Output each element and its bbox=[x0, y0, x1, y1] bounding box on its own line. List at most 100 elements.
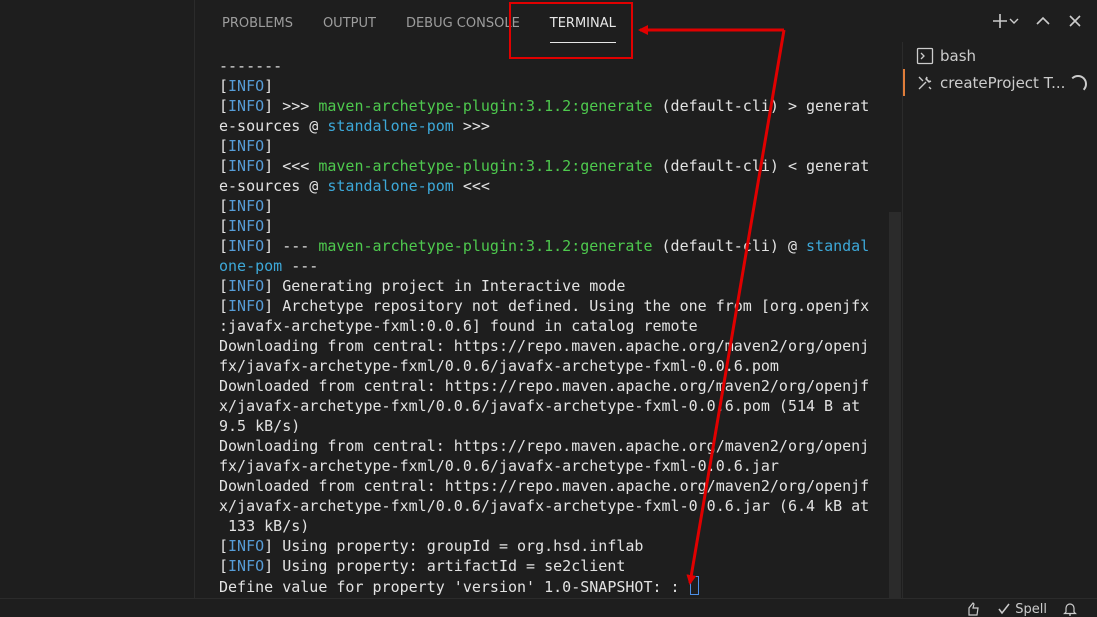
editor-area bbox=[0, 0, 194, 598]
tab-problems[interactable]: PROBLEMS bbox=[222, 0, 293, 46]
terminal-text: <<< bbox=[453, 177, 490, 195]
terminal-line: e-sources @ standalone-pom >>> bbox=[219, 116, 879, 136]
terminal-line: e-sources @ standalone-pom <<< bbox=[219, 176, 879, 196]
new-terminal-button[interactable] bbox=[990, 10, 1020, 32]
terminal-line: [INFO] Generating project in Interactive… bbox=[219, 276, 879, 296]
terminal-line: [INFO] Using property: groupId = org.hsd… bbox=[219, 536, 879, 556]
terminal-line: [INFO] <<< maven-archetype-plugin:3.1.2:… bbox=[219, 156, 879, 176]
tools-icon bbox=[916, 74, 934, 92]
terminal-text: 9.5 kB/s) bbox=[219, 417, 301, 435]
terminal-line: Downloading from central: https://repo.m… bbox=[219, 336, 879, 356]
terminal-text: [ bbox=[219, 297, 229, 315]
terminal-text: ] Using property: artifactId = se2client bbox=[264, 557, 626, 575]
terminal-text: [ bbox=[219, 97, 229, 115]
terminal-item-label: createProject T... bbox=[940, 73, 1066, 92]
terminal-text: [ bbox=[219, 197, 229, 215]
terminal-list: bash createProject T... bbox=[902, 42, 1097, 598]
terminal-text: standal bbox=[806, 237, 870, 255]
terminal-text: [ bbox=[219, 277, 229, 295]
terminal-text: ] bbox=[264, 197, 274, 215]
status-bar-right: Spell bbox=[965, 601, 1077, 617]
terminal-line: Downloaded from central: https://repo.ma… bbox=[219, 476, 879, 496]
terminal-text: maven-archetype-plugin:3.1.2:generate bbox=[318, 237, 653, 255]
notifications-button[interactable] bbox=[1063, 601, 1077, 617]
panel-tabs: PROBLEMS OUTPUT DEBUG CONSOLE TERMINAL bbox=[222, 0, 646, 48]
terminal-text: ------- bbox=[219, 57, 283, 75]
terminal-text: fx/javafx-archetype-fxml/0.0.6/javafx-ar… bbox=[219, 457, 779, 475]
terminal-text: Downloaded from central: https://repo.ma… bbox=[219, 477, 870, 495]
terminal-line: Downloading from central: https://repo.m… bbox=[219, 436, 879, 456]
feedback-icon bbox=[968, 602, 979, 616]
log-level-info: INFO bbox=[228, 277, 265, 295]
terminal-output[interactable]: ------- [INFO] [INFO] >>> maven-archetype-… bbox=[219, 56, 879, 598]
tab-terminal[interactable]: TERMINAL bbox=[549, 0, 617, 46]
terminal-text: maven-archetype-plugin:3.1.2:generate bbox=[318, 97, 653, 115]
terminal-text: ] bbox=[264, 137, 274, 155]
terminal-line: [INFO] bbox=[219, 216, 879, 236]
log-level-info: INFO bbox=[228, 157, 265, 175]
terminal-text: ] Archetype repository not defined. Usin… bbox=[264, 297, 870, 315]
terminal-line: x/javafx-archetype-fxml/0.0.6/javafx-arc… bbox=[219, 396, 879, 416]
terminal-icon bbox=[916, 47, 934, 65]
terminal-text: [ bbox=[219, 137, 229, 155]
terminal-text: ] Generating project in Interactive mode bbox=[264, 277, 626, 295]
close-icon bbox=[1069, 15, 1081, 27]
terminal-text: 133 kB/s) bbox=[219, 517, 310, 535]
terminal-text: [ bbox=[219, 237, 229, 255]
terminal-line: one-pom --- bbox=[219, 256, 879, 276]
plus-icon bbox=[993, 14, 1007, 28]
terminal-text: standalone-pom bbox=[327, 117, 454, 135]
terminal-text: ] >>> bbox=[264, 97, 319, 115]
terminal-line: :javafx-archetype-fxml:0.0.6] found in c… bbox=[219, 316, 879, 336]
terminal-text: [ bbox=[219, 557, 229, 575]
spell-check-status[interactable]: Spell bbox=[997, 602, 1047, 617]
chevron-up-icon bbox=[1036, 16, 1050, 25]
log-level-info: INFO bbox=[228, 537, 265, 555]
terminal-text: e-sources @ bbox=[219, 117, 328, 135]
terminal-scrollbar[interactable] bbox=[889, 212, 901, 598]
terminal-item-createproject[interactable]: createProject T... bbox=[903, 69, 1097, 96]
terminal-line: x/javafx-archetype-fxml/0.0.6/javafx-arc… bbox=[219, 496, 879, 516]
terminal-line: [INFO] bbox=[219, 196, 879, 216]
terminal-line: 133 kB/s) bbox=[219, 516, 879, 536]
terminal-item-bash[interactable]: bash bbox=[903, 42, 1097, 69]
terminal-text: (default-cli) < generat bbox=[652, 157, 870, 175]
terminal-text: [ bbox=[219, 217, 229, 235]
feedback-button[interactable] bbox=[965, 601, 981, 617]
log-level-info: INFO bbox=[228, 237, 265, 255]
terminal-text: Downloaded from central: https://repo.ma… bbox=[219, 377, 870, 395]
terminal-line: 9.5 kB/s) bbox=[219, 416, 879, 436]
terminal-line: Downloaded from central: https://repo.ma… bbox=[219, 376, 879, 396]
tab-debug-console[interactable]: DEBUG CONSOLE bbox=[406, 0, 520, 46]
terminal-text: >>> bbox=[453, 117, 490, 135]
terminal-text: Define value for property 'version' 1.0-… bbox=[219, 578, 689, 596]
terminal-text: e-sources @ bbox=[219, 177, 328, 195]
terminal-line: [INFO] --- maven-archetype-plugin:3.1.2:… bbox=[219, 236, 879, 256]
terminal-text: Downloading from central: https://repo.m… bbox=[219, 437, 870, 455]
terminal-line: [INFO] Using property: artifactId = se2c… bbox=[219, 556, 879, 576]
tab-output[interactable]: OUTPUT bbox=[323, 0, 376, 46]
loading-spinner-icon bbox=[1069, 75, 1087, 93]
terminal-line: [INFO] bbox=[219, 136, 879, 156]
log-level-info: INFO bbox=[228, 557, 265, 575]
terminal-text: x/javafx-archetype-fxml/0.0.6/javafx-arc… bbox=[219, 497, 870, 515]
terminal-line: [INFO] Archetype repository not defined.… bbox=[219, 296, 879, 316]
bottom-panel: PROBLEMS OUTPUT DEBUG CONSOLE TERMINAL -… bbox=[194, 0, 1097, 598]
terminal-text: fx/javafx-archetype-fxml/0.0.6/javafx-ar… bbox=[219, 357, 779, 375]
log-level-info: INFO bbox=[228, 297, 265, 315]
terminal-text: x/javafx-archetype-fxml/0.0.6/javafx-arc… bbox=[219, 397, 861, 415]
log-level-info: INFO bbox=[228, 97, 265, 115]
close-panel-button[interactable] bbox=[1066, 10, 1084, 32]
status-bar: Spell bbox=[0, 598, 1097, 617]
spell-label: Spell bbox=[1015, 601, 1047, 617]
terminal-text: [ bbox=[219, 537, 229, 555]
terminal-line: ------- bbox=[219, 56, 879, 76]
check-icon bbox=[998, 603, 1010, 615]
terminal-line: [INFO] >>> maven-archetype-plugin:3.1.2:… bbox=[219, 96, 879, 116]
maximize-panel-button[interactable] bbox=[1034, 10, 1052, 32]
terminal-text: ] bbox=[264, 217, 274, 235]
terminal-text: (default-cli) > generat bbox=[652, 97, 870, 115]
log-level-info: INFO bbox=[228, 77, 265, 95]
panel-actions bbox=[990, 10, 1084, 32]
terminal-text: :javafx-archetype-fxml:0.0.6] found in c… bbox=[219, 317, 698, 335]
